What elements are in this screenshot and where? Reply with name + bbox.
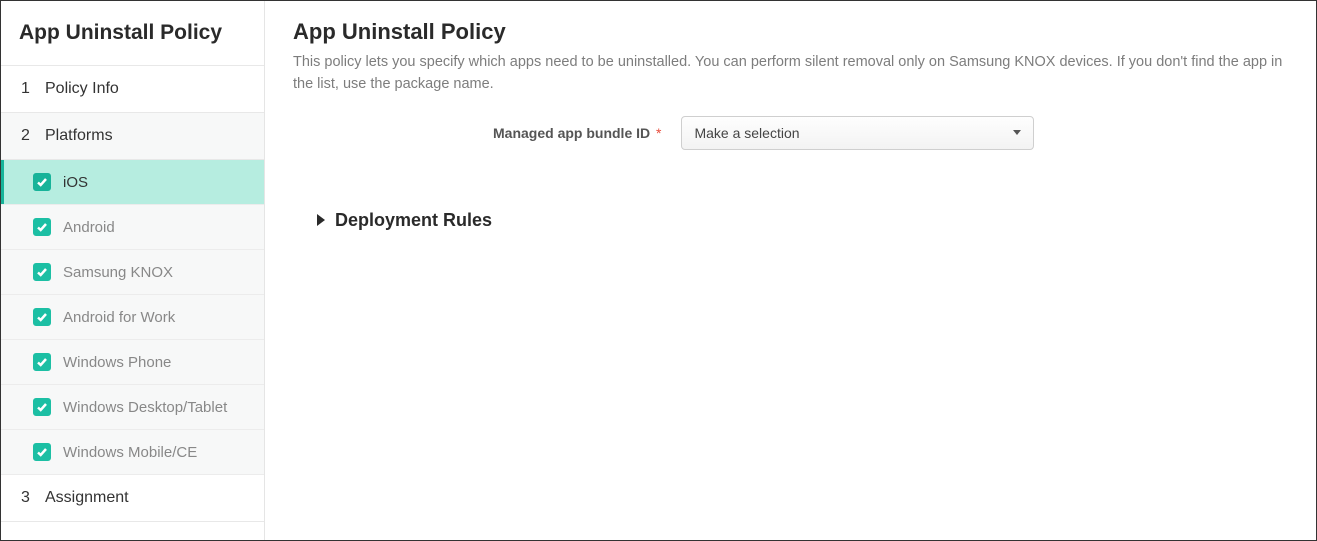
platform-label: Windows Mobile/CE (63, 444, 197, 461)
platform-label: Windows Desktop/Tablet (63, 399, 227, 416)
platform-label: Windows Phone (63, 354, 171, 371)
bundle-id-label: Managed app bundle ID * (493, 125, 661, 141)
step-number: 3 (21, 489, 35, 507)
deployment-rules-title: Deployment Rules (335, 210, 492, 231)
platform-item-samsung-knox[interactable]: Samsung KNOX (1, 250, 264, 295)
main-content: App Uninstall Policy This policy lets yo… (265, 1, 1316, 540)
platform-item-windows-phone[interactable]: Windows Phone (1, 340, 264, 385)
deployment-rules-toggle[interactable]: Deployment Rules (293, 210, 1288, 231)
platform-list: iOS Android Samsung KNOX Android for Wor… (1, 160, 264, 475)
platform-label: iOS (63, 174, 88, 191)
platform-item-windows-desktop-tablet[interactable]: Windows Desktop/Tablet (1, 385, 264, 430)
platform-label: Android for Work (63, 309, 175, 326)
checkbox-icon[interactable] (33, 218, 51, 236)
platform-label: Android (63, 219, 115, 236)
chevron-down-icon (1013, 130, 1021, 135)
sidebar-title: App Uninstall Policy (1, 1, 264, 66)
platform-item-android-for-work[interactable]: Android for Work (1, 295, 264, 340)
step-label: Policy Info (45, 80, 119, 98)
platform-item-android[interactable]: Android (1, 205, 264, 250)
step-label: Assignment (45, 489, 129, 507)
checkbox-icon[interactable] (33, 353, 51, 371)
checkbox-icon[interactable] (33, 308, 51, 326)
nav-step-assignment[interactable]: 3 Assignment (1, 475, 264, 522)
platform-item-windows-mobile-ce[interactable]: Windows Mobile/CE (1, 430, 264, 475)
checkbox-icon[interactable] (33, 173, 51, 191)
triangle-right-icon (317, 214, 325, 226)
step-number: 1 (21, 80, 35, 98)
step-label: Platforms (45, 127, 113, 145)
platform-label: Samsung KNOX (63, 264, 173, 281)
nav-step-platforms[interactable]: 2 Platforms (1, 113, 264, 160)
required-mark: * (656, 125, 661, 141)
form-row-bundle-id: Managed app bundle ID * Make a selection (293, 116, 1288, 150)
sidebar: App Uninstall Policy 1 Policy Info 2 Pla… (1, 1, 265, 540)
page-title: App Uninstall Policy (293, 19, 1288, 45)
page-description: This policy lets you specify which apps … (293, 51, 1288, 96)
platform-item-ios[interactable]: iOS (1, 160, 264, 205)
policy-editor: App Uninstall Policy 1 Policy Info 2 Pla… (0, 0, 1317, 541)
select-placeholder: Make a selection (694, 125, 799, 141)
checkbox-icon[interactable] (33, 398, 51, 416)
nav-step-policy-info[interactable]: 1 Policy Info (1, 66, 264, 113)
bundle-id-select[interactable]: Make a selection (681, 116, 1034, 150)
checkbox-icon[interactable] (33, 443, 51, 461)
step-number: 2 (21, 127, 35, 145)
checkbox-icon[interactable] (33, 263, 51, 281)
